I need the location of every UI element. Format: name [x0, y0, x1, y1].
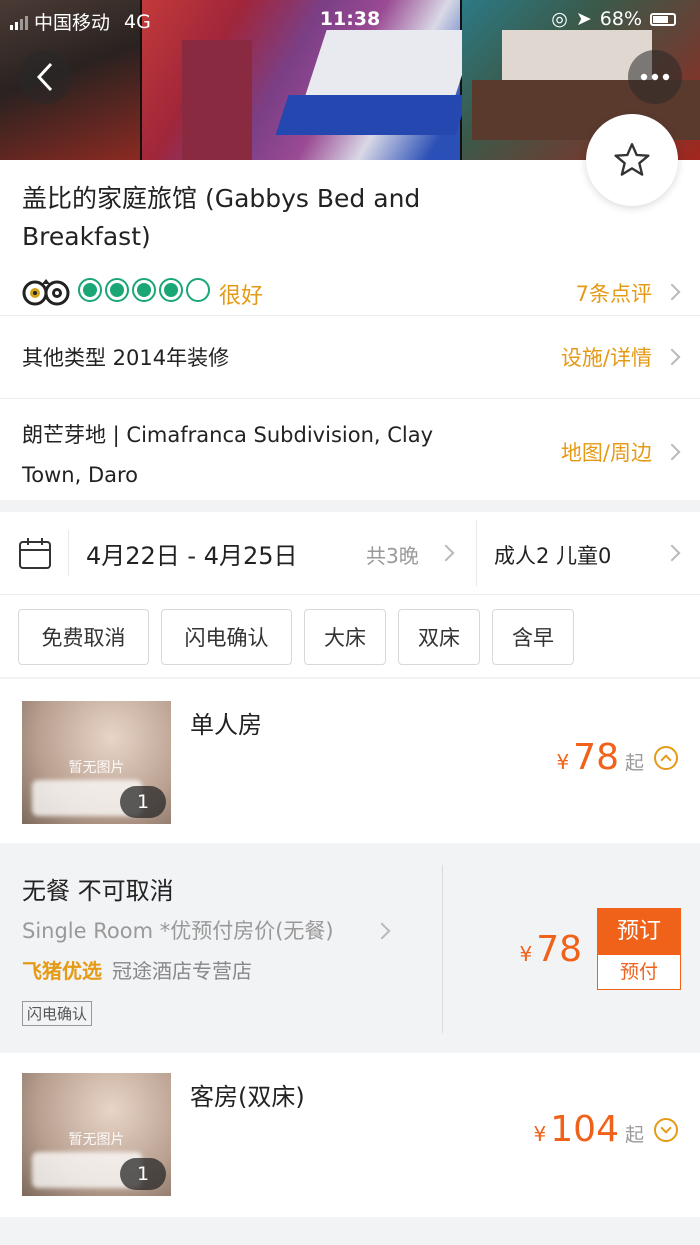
rating-row[interactable]: 很好 7条点评 [0, 268, 700, 316]
chevron-right-icon [437, 544, 455, 562]
price-value: 104 [550, 1109, 619, 1150]
price-value: 78 [536, 929, 582, 970]
address-row[interactable]: 朗芒芽地 | Cimafranca Subdivision, Clay Town… [0, 399, 700, 500]
price-from-label: 起 [624, 752, 644, 774]
photo-count-badge: 1 [120, 786, 166, 818]
hotel-name: 盖比的家庭旅馆 (Gabbys Bed and Breakfast) [22, 184, 421, 251]
meal-policy: 无餐 不可取消 [22, 877, 174, 905]
filter-tags: 免费取消 闪电确认 大床 双床 含早 [18, 609, 574, 665]
room-thumbnail[interactable]: 暂无图片 1 [22, 1073, 171, 1196]
map-link[interactable]: 地图/周边 [561, 437, 652, 467]
filter-breakfast[interactable]: 含早 [492, 609, 574, 665]
reviews-link[interactable]: 7条点评 [576, 278, 652, 308]
room-name: 客房(双床) [190, 1083, 305, 1111]
no-image-label: 暂无图片 [68, 760, 125, 776]
hotel-type-label: 其他类型 2014年装修 [22, 346, 230, 370]
divider [0, 594, 700, 595]
chevron-left-icon [36, 62, 53, 92]
rating-circle-icon [105, 278, 129, 302]
room-thumbnail[interactable]: 暂无图片 1 [22, 701, 171, 824]
hotel-address: 朗芒芽地 | Cimafranca Subdivision, Clay Town… [22, 423, 434, 487]
offer-price: ¥ 78 [519, 929, 582, 970]
star-icon [614, 143, 650, 176]
more-dots-icon [640, 73, 670, 81]
rating-label: 很好 [219, 284, 264, 309]
collapse-icon[interactable] [654, 745, 678, 770]
currency-symbol: ¥ [533, 1122, 547, 1146]
status-bar: 中国移动 4G 11:38 ◎ ➤ 68% [0, 0, 700, 40]
hotel-info-card: 盖比的家庭旅馆 (Gabbys Bed and Breakfast) 很好 7条… [0, 160, 700, 500]
back-button[interactable] [18, 50, 72, 104]
rate-description: Single Room *优预付房价(无餐) [22, 919, 334, 943]
guest-count[interactable]: 成人2 儿童0 [494, 540, 611, 570]
more-button[interactable] [628, 50, 682, 104]
calendar-icon [18, 536, 52, 574]
expand-icon[interactable] [654, 1117, 678, 1142]
book-button[interactable]: 预订 预付 [597, 908, 681, 990]
nights-count: 共3晚 [366, 544, 419, 568]
battery-icon [650, 12, 676, 26]
favorite-button[interactable] [586, 114, 678, 206]
tripadvisor-owl-icon [22, 278, 70, 310]
filter-instant-confirm[interactable]: 闪电确认 [161, 609, 292, 665]
no-image-label: 暂无图片 [68, 1132, 125, 1148]
orientation-lock-icon: ◎ [551, 8, 568, 30]
room-name: 单人房 [190, 711, 262, 739]
instant-confirm-badge: 闪电确认 [22, 1001, 93, 1026]
chevron-right-icon [663, 443, 681, 461]
shop-name: 冠途酒店专营店 [112, 959, 252, 983]
room-card[interactable]: 暂无图片 1 客房(双床) ¥ 104 起 [0, 1053, 700, 1217]
rating-circle-icon [78, 278, 102, 302]
filter-free-cancel[interactable]: 免费取消 [18, 609, 149, 665]
filter-twin-bed[interactable]: 双床 [398, 609, 480, 665]
facilities-link[interactable]: 设施/详情 [561, 342, 652, 372]
rating-circle-icon [159, 278, 183, 302]
divider [68, 530, 69, 576]
photo-count-badge: 1 [120, 1158, 166, 1190]
chevron-right-icon [663, 544, 681, 562]
hotel-type-row[interactable]: 其他类型 2014年装修 设施/详情 [0, 316, 700, 398]
divider [442, 865, 443, 1033]
chevron-right-icon [663, 283, 681, 301]
room-card[interactable]: 暂无图片 1 单人房 ¥ 78 起 [0, 679, 700, 843]
booking-options-card: 4月22日 - 4月25日 共3晚 成人2 儿童0 免费取消 闪电确认 大床 双… [0, 512, 700, 677]
divider [476, 520, 477, 586]
rate-offer[interactable]: 无餐 不可取消 Single Room *优预付房价(无餐) 飞猪优选 冠途酒店专… [0, 843, 700, 1051]
rating-circles [78, 278, 210, 302]
filter-big-bed[interactable]: 大床 [304, 609, 386, 665]
location-icon: ➤ [575, 8, 592, 30]
rating-circle-icon [132, 278, 156, 302]
brand-label: 飞猪优选 [22, 959, 102, 983]
room-price: ¥ 104 起 [534, 1109, 678, 1150]
stay-dates[interactable]: 4月22日 - 4月25日 [86, 536, 298, 571]
price-value: 78 [573, 737, 619, 778]
rating-circle-icon [186, 278, 210, 302]
currency-symbol: ¥ [519, 942, 533, 966]
chevron-right-icon [663, 348, 681, 366]
date-guest-row: 4月22日 - 4月25日 共3晚 成人2 儿童0 [0, 512, 700, 594]
price-from-label: 起 [624, 1124, 644, 1146]
battery-percent: 68% [599, 8, 642, 30]
chevron-right-icon [373, 922, 391, 940]
currency-symbol: ¥ [556, 750, 570, 774]
prepay-label: 预付 [598, 955, 680, 989]
room-price: ¥ 78 起 [556, 737, 678, 778]
book-label: 预订 [598, 909, 680, 955]
seller-info: 飞猪优选 冠途酒店专营店 [22, 955, 252, 984]
